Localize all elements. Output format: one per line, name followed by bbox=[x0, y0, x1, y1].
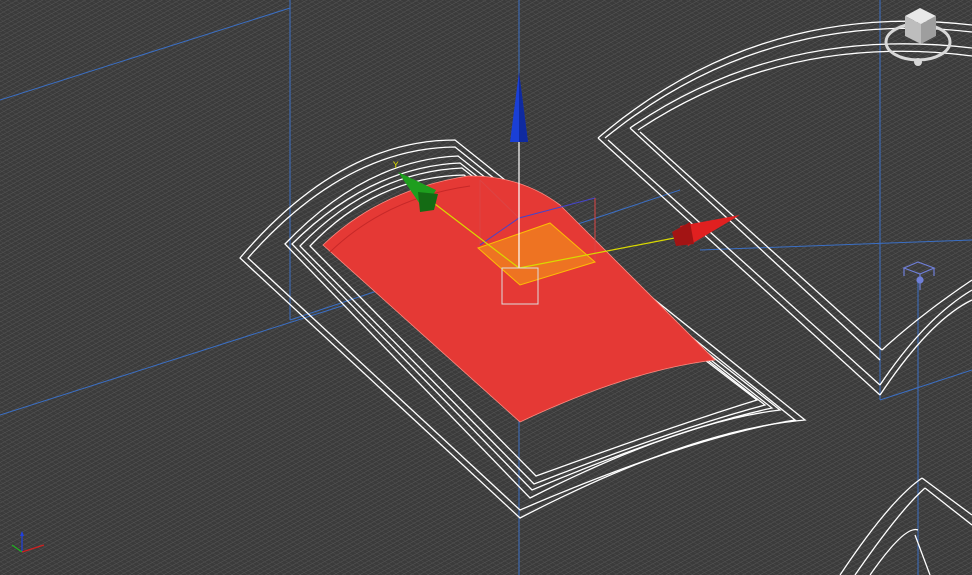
3d-viewport[interactable]: Y bbox=[0, 0, 972, 575]
y-axis-label: Y bbox=[392, 161, 399, 171]
viewport-canvas[interactable]: Y bbox=[0, 0, 972, 575]
